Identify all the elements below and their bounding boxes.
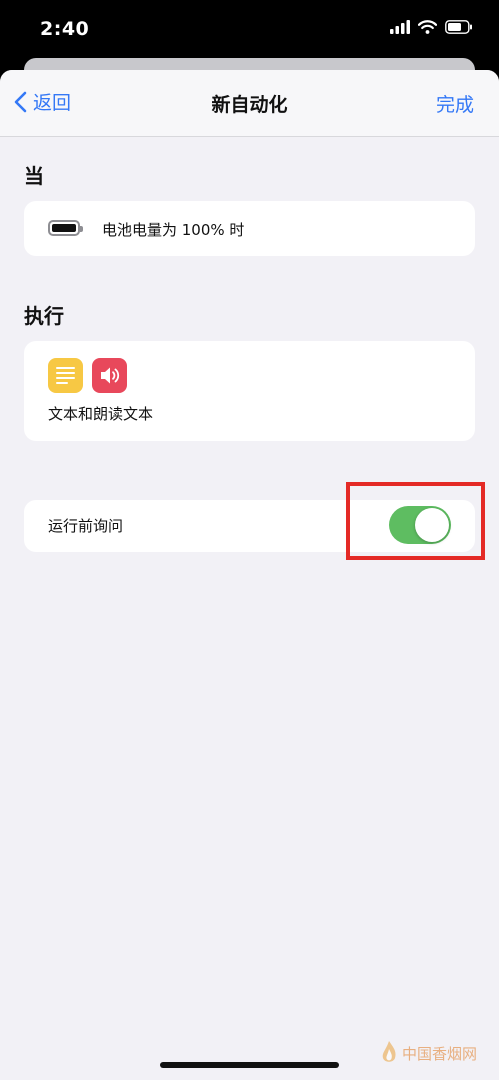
battery-status-icon: [445, 20, 472, 34]
status-icons: [390, 20, 473, 34]
cellular-signal-icon: [390, 20, 410, 34]
watermark-text: 中国香烟网: [402, 1044, 478, 1063]
status-bar: 2:40: [0, 0, 499, 60]
wifi-icon: [418, 20, 437, 34]
actions-card[interactable]: 文本和朗读文本: [24, 341, 475, 441]
done-button[interactable]: 完成: [436, 90, 474, 117]
navigation-bar: 返回 新自动化 完成: [0, 70, 499, 137]
highlight-annotation-box: [346, 482, 485, 560]
text-icon: [48, 358, 83, 393]
trigger-card[interactable]: 电池电量为 100% 时: [24, 201, 475, 256]
do-section-header: 执行: [24, 304, 64, 328]
speaker-icon: [92, 358, 127, 393]
flame-logo-icon: [382, 1041, 396, 1062]
home-indicator: [160, 1062, 339, 1068]
when-section-header: 当: [24, 164, 44, 188]
actions-label: 文本和朗读文本: [48, 405, 154, 423]
ask-before-running-label: 运行前询问: [48, 517, 124, 535]
watermark: 中国香烟网: [380, 1040, 477, 1066]
trigger-label: 电池电量为 100% 时: [102, 221, 245, 239]
status-time: 2:40: [40, 18, 90, 40]
new-automation-sheet: 返回 新自动化 完成 当 电池电量为 100% 时 执行 文本和朗读文本 运行前…: [0, 70, 499, 1080]
page-title: 新自动化: [211, 94, 288, 116]
battery-full-icon: [48, 220, 83, 236]
